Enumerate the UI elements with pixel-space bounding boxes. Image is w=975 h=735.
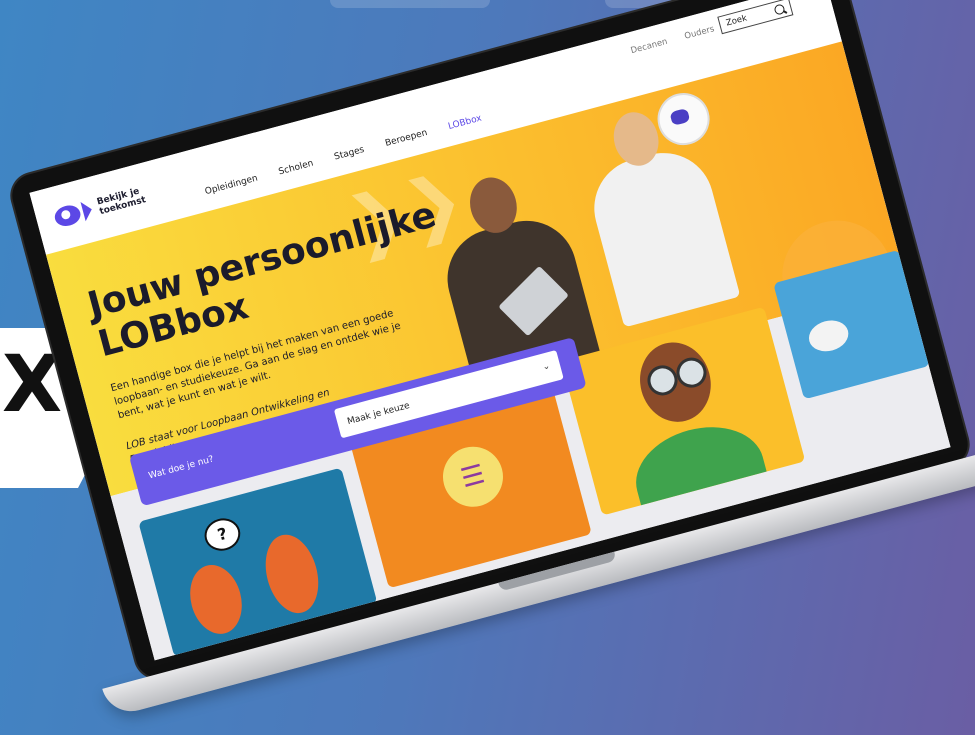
nav-item-beroepen[interactable]: Beroepen (384, 128, 428, 149)
cloud-illustration (805, 316, 852, 356)
search-input[interactable]: Zoek (717, 0, 794, 35)
documents-icon: ☰ (436, 440, 510, 514)
character-left-illustration (182, 559, 250, 640)
laptop-bezel: Bekijk je toekomst Opleidingen Scholen S… (7, 0, 973, 683)
chevron-down-icon[interactable]: ⌄ (541, 361, 551, 373)
question-bubble-icon: ? (200, 514, 244, 555)
logo-text: Bekijk je toekomst (96, 182, 159, 218)
character-right-illustration (257, 528, 327, 620)
search-placeholder: Zoek (725, 13, 749, 29)
choice-select-value: Maak je keuze (346, 400, 411, 428)
nav-item-decanen[interactable]: Decanen (630, 37, 669, 56)
nav-item-lobbox[interactable]: LOBbox (447, 113, 483, 132)
background-tab-left (330, 0, 490, 8)
chevron-logo-icon (80, 199, 95, 222)
nav-item-opleidingen[interactable]: Opleidingen (204, 173, 259, 197)
nav-item-ouders[interactable]: Ouders (683, 24, 715, 42)
logo[interactable]: Bekijk je toekomst (52, 182, 159, 229)
eye-logo-icon (52, 202, 83, 229)
nav-item-stages[interactable]: Stages (333, 145, 365, 163)
football-image (651, 87, 716, 151)
secondary-nav: Decanen Ouders (630, 24, 716, 56)
student-right-body (583, 141, 741, 328)
laptop-screen: Bekijk je toekomst Opleidingen Scholen S… (29, 0, 951, 661)
choice-label: Wat doe je nu? (147, 454, 215, 482)
nav-item-scholen[interactable]: Scholen (278, 159, 315, 178)
badge-letter: X (2, 340, 63, 430)
laptop: Bekijk je toekomst Opleidingen Scholen S… (7, 0, 975, 718)
search-icon[interactable] (773, 3, 786, 16)
